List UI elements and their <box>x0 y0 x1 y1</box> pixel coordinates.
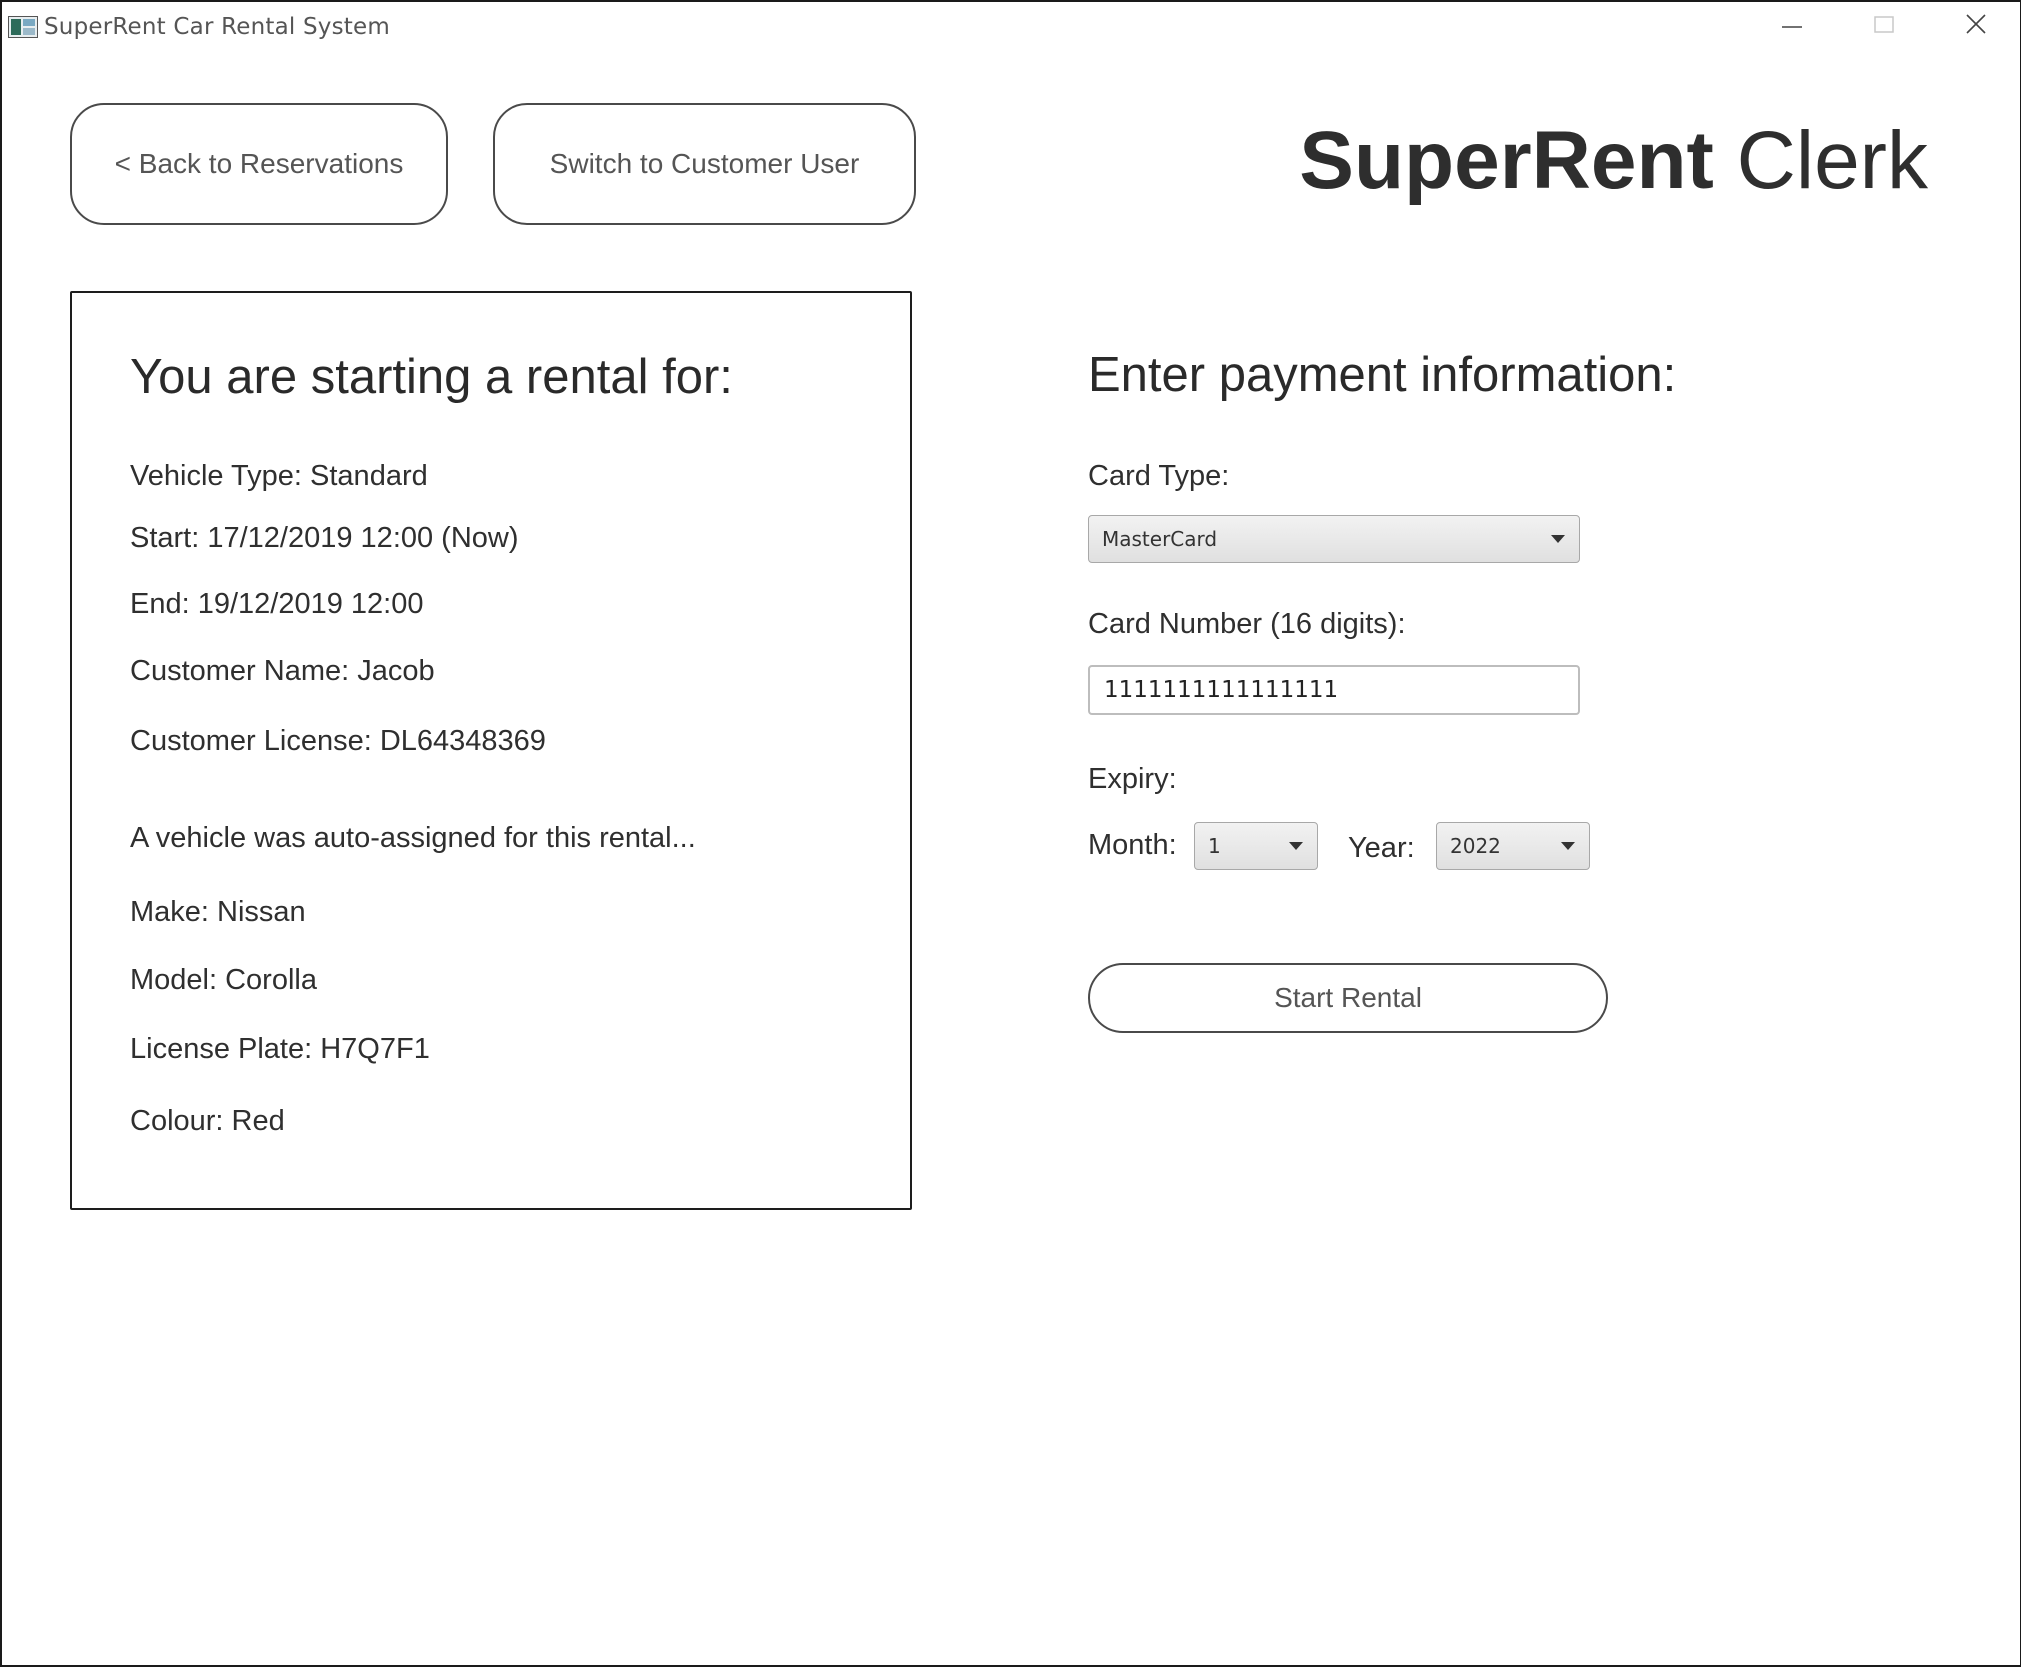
customer-name-text: Customer Name: Jacob <box>130 655 435 687</box>
year-select[interactable]: 2022 <box>1436 822 1590 870</box>
customer-license-text: Customer License: DL64348369 <box>130 725 546 757</box>
title-bar: SuperRent Car Rental System <box>2 2 2020 52</box>
start-date-text: Start: 17/12/2019 12:00 (Now) <box>130 522 519 554</box>
month-value: 1 <box>1208 834 1221 858</box>
back-to-reservations-button[interactable]: < Back to Reservations <box>70 103 448 225</box>
card-number-input[interactable] <box>1088 665 1580 715</box>
maximize-button[interactable] <box>1854 12 1914 44</box>
chevron-down-icon <box>1561 842 1575 850</box>
minimize-button[interactable] <box>1762 12 1822 44</box>
model-text: Model: Corolla <box>130 964 317 996</box>
app-icon <box>8 16 38 38</box>
maximize-icon <box>1874 16 1894 33</box>
make-text: Make: Nissan <box>130 896 306 928</box>
brand-rest: Clerk <box>1713 115 1928 206</box>
window-title: SuperRent Car Rental System <box>44 14 390 40</box>
close-button[interactable] <box>1946 12 2006 44</box>
colour-text: Colour: Red <box>130 1105 285 1137</box>
expiry-label: Expiry: <box>1088 763 1177 795</box>
year-value: 2022 <box>1450 834 1501 858</box>
auto-assigned-note: A vehicle was auto-assigned for this ren… <box>130 822 696 854</box>
rental-summary-heading: You are starting a rental for: <box>130 350 733 404</box>
month-label: Month: <box>1088 829 1177 861</box>
minimize-icon <box>1782 26 1802 28</box>
card-number-label: Card Number (16 digits): <box>1088 608 1406 640</box>
license-plate-text: License Plate: H7Q7F1 <box>130 1033 430 1065</box>
card-type-value: MasterCard <box>1102 527 1218 551</box>
end-date-text: End: 19/12/2019 12:00 <box>130 588 424 620</box>
month-select[interactable]: 1 <box>1194 822 1318 870</box>
year-label: Year: <box>1348 832 1415 864</box>
payment-heading: Enter payment information: <box>1088 348 1677 402</box>
app-window: SuperRent Car Rental System < Back to Re… <box>0 0 2021 1667</box>
brand-bold: SuperRent <box>1299 115 1714 206</box>
vehicle-type-text: Vehicle Type: Standard <box>130 460 428 492</box>
rental-summary-panel: You are starting a rental for: Vehicle T… <box>70 291 912 1210</box>
card-type-select[interactable]: MasterCard <box>1088 515 1580 563</box>
card-type-label: Card Type: <box>1088 460 1230 492</box>
chevron-down-icon <box>1551 535 1565 543</box>
chevron-down-icon <box>1289 842 1303 850</box>
close-icon <box>1966 14 1986 34</box>
switch-to-customer-button[interactable]: Switch to Customer User <box>493 103 916 225</box>
start-rental-button[interactable]: Start Rental <box>1088 963 1608 1033</box>
brand-title: SuperRent Clerk <box>1299 114 1928 208</box>
